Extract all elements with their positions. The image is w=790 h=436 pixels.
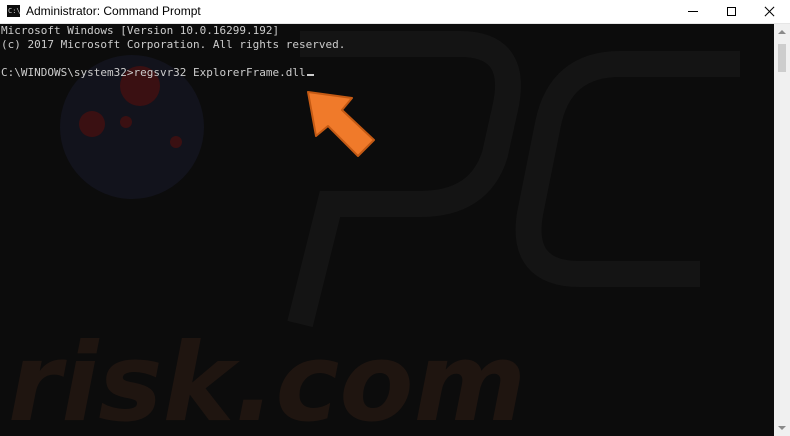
- command-prompt-icon[interactable]: C:\: [7, 5, 20, 17]
- text-cursor: [306, 74, 314, 76]
- maximize-icon: [726, 7, 736, 16]
- console-line: Microsoft Windows [Version 10.0.16299.19…: [1, 24, 280, 37]
- close-icon: [764, 6, 775, 17]
- minimize-button[interactable]: [674, 0, 712, 23]
- watermark-letter-c: [515, 51, 740, 287]
- minimize-icon: [688, 11, 698, 12]
- watermark: risk.com: [8, 31, 740, 436]
- console-output[interactable]: risk.com Microsoft Windows [Version 10.0…: [0, 24, 774, 436]
- scroll-up-button[interactable]: [774, 24, 790, 40]
- console-line: (c) 2017 Microsoft Corporation. All righ…: [1, 38, 346, 51]
- window-title: Administrator: Command Prompt: [26, 4, 201, 18]
- scroll-thumb[interactable]: [778, 44, 786, 72]
- watermark-text: risk.com: [8, 321, 526, 436]
- vertical-scrollbar[interactable]: [774, 24, 790, 436]
- close-button[interactable]: [750, 0, 788, 23]
- watermark-dot: [120, 116, 132, 128]
- watermark-dot: [170, 136, 182, 148]
- scroll-down-button[interactable]: [774, 420, 790, 436]
- orange-arrow-icon: [307, 91, 375, 157]
- watermark-dot: [79, 111, 105, 137]
- console-command-line[interactable]: C:\WINDOWS\system32>regsvr32 ExplorerFra…: [1, 66, 314, 80]
- title-bar[interactable]: C:\ Administrator: Command Prompt: [0, 0, 790, 24]
- command-text: C:\WINDOWS\system32>regsvr32 ExplorerFra…: [1, 66, 306, 79]
- arrow-shape: [307, 91, 375, 157]
- maximize-button[interactable]: [712, 0, 750, 23]
